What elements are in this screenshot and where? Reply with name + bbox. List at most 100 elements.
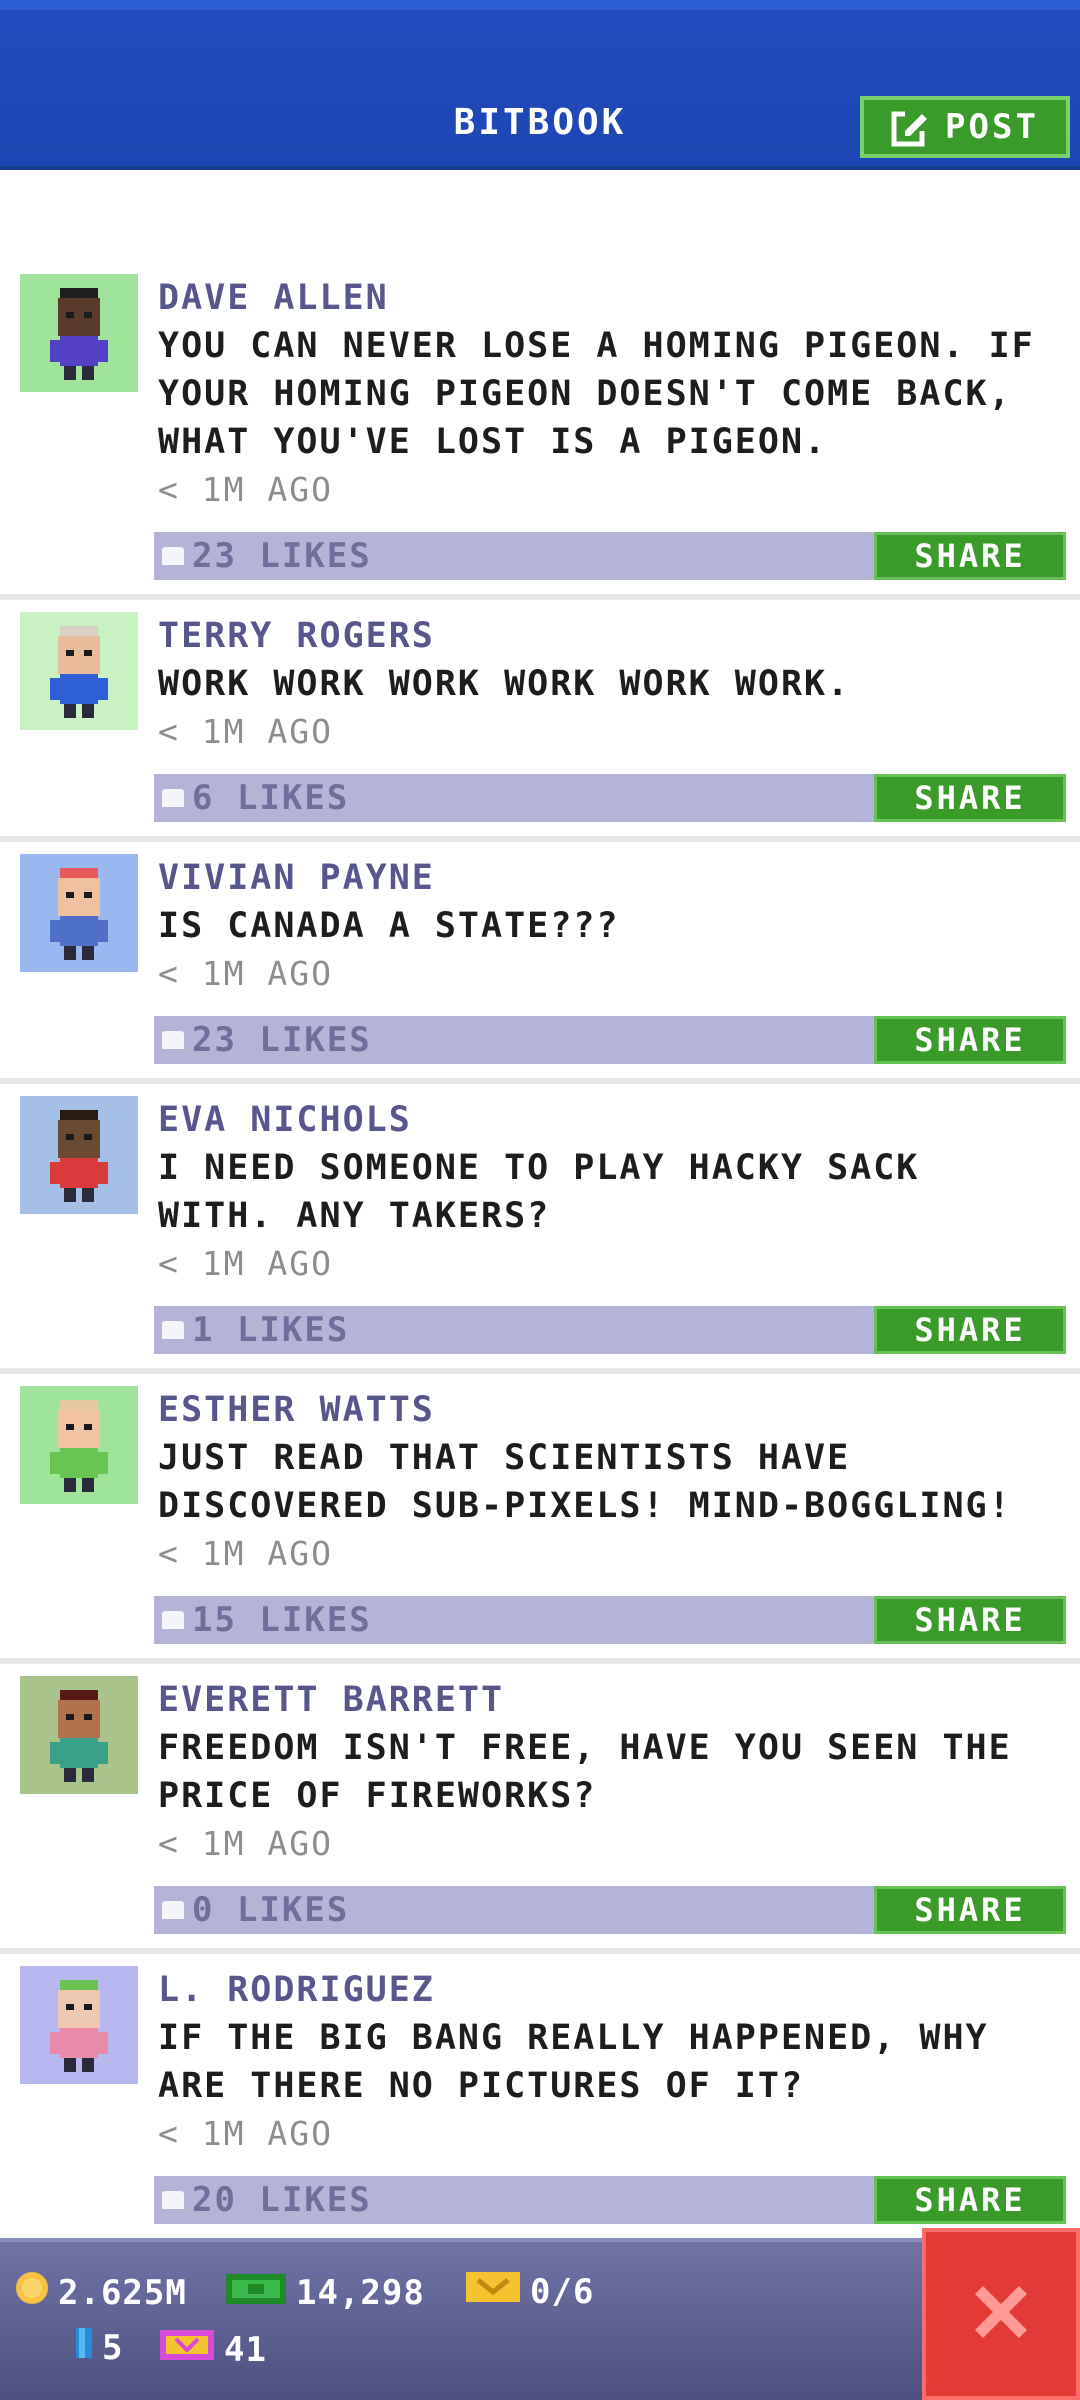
post-author[interactable]: EVA NICHOLS: [158, 1096, 1056, 1144]
likes-count: 6 LIKES: [192, 778, 350, 818]
avatar[interactable]: [20, 1096, 138, 1214]
likes-count: 23 LIKES: [192, 536, 372, 576]
post-timestamp: < 1M AGO: [158, 1244, 333, 1283]
post-author[interactable]: L. RODRIGUEZ: [158, 1966, 1056, 2014]
avatar-portrait-icon: [50, 1980, 108, 2072]
post-author[interactable]: VIVIAN PAYNE: [158, 854, 1056, 902]
post-action-bar: 1 LIKES SHARE: [154, 1306, 1066, 1354]
feed-post: ESTHER WATTS JUST READ THAT SCIENTISTS H…: [0, 1374, 1080, 1664]
feed-list: DAVE ALLEN YOU CAN NEVER LOSE A HOMING P…: [0, 262, 1080, 2244]
post-button-label: POST: [945, 107, 1039, 147]
items-value: 5: [102, 2327, 124, 2368]
share-button[interactable]: SHARE: [874, 1306, 1066, 1354]
post-content: DAVE ALLEN YOU CAN NEVER LOSE A HOMING P…: [154, 274, 1066, 580]
like-icon: [162, 789, 184, 807]
share-button[interactable]: SHARE: [874, 2176, 1066, 2224]
top-bar: BITBOOK POST: [0, 0, 1080, 170]
post-text: WORK WORK WORK WORK WORK WORK.: [158, 664, 851, 704]
status-bar: 2.625M 14,298 0/6 5 41: [0, 2238, 1080, 2400]
share-button[interactable]: SHARE: [874, 1886, 1066, 1934]
post-action-bar: 0 LIKES SHARE: [154, 1886, 1066, 1934]
items-stat: 5: [74, 2326, 123, 2369]
post-content: ESTHER WATTS JUST READ THAT SCIENTISTS H…: [154, 1386, 1066, 1644]
post-action-bar: 23 LIKES SHARE: [154, 1016, 1066, 1064]
avatar[interactable]: [20, 1676, 138, 1794]
like-button[interactable]: 15 LIKES: [162, 1596, 372, 1644]
post-content: VIVIAN PAYNE IS CANADA A STATE??? < 1M A…: [154, 854, 1066, 1064]
post-text: IS CANADA A STATE???: [158, 906, 620, 946]
avatar[interactable]: [20, 612, 138, 730]
close-button[interactable]: [922, 2228, 1080, 2400]
feed-post: L. RODRIGUEZ IF THE BIG BANG REALLY HAPP…: [0, 1954, 1080, 2244]
post-author[interactable]: DAVE ALLEN: [158, 274, 1056, 322]
feed-post: TERRY ROGERS WORK WORK WORK WORK WORK WO…: [0, 600, 1080, 842]
bux-value: 14,298: [296, 2272, 425, 2313]
like-button[interactable]: 23 LIKES: [162, 532, 372, 580]
avatar[interactable]: [20, 854, 138, 972]
post-button[interactable]: POST: [860, 96, 1070, 158]
like-button[interactable]: 23 LIKES: [162, 1016, 372, 1064]
ticket-icon: [464, 2268, 522, 2315]
like-icon: [162, 1321, 184, 1339]
feed-post: DAVE ALLEN YOU CAN NEVER LOSE A HOMING P…: [0, 262, 1080, 600]
item-icon: [74, 2326, 94, 2369]
feed-post: VIVIAN PAYNE IS CANADA A STATE??? < 1M A…: [0, 842, 1080, 1084]
post-author[interactable]: EVERETT BARRETT: [158, 1676, 1056, 1724]
like-icon: [162, 1031, 184, 1049]
feed-post: EVERETT BARRETT FREEDOM ISN'T FREE, HAVE…: [0, 1664, 1080, 1954]
post-timestamp: < 1M AGO: [158, 954, 333, 993]
likes-count: 23 LIKES: [192, 1020, 372, 1060]
post-content: EVA NICHOLS I NEED SOMEONE TO PLAY HACKY…: [154, 1096, 1066, 1354]
avatar-portrait-icon: [50, 1690, 108, 1782]
post-content: EVERETT BARRETT FREEDOM ISN'T FREE, HAVE…: [154, 1676, 1066, 1934]
coins-value: 2.625M: [58, 2272, 187, 2313]
post-text: IF THE BIG BANG REALLY HAPPENED, WHY ARE…: [158, 2018, 989, 2106]
like-icon: [162, 547, 184, 565]
avatar-portrait-icon: [50, 626, 108, 718]
like-button[interactable]: 20 LIKES: [162, 2176, 372, 2224]
post-text: FREEDOM ISN'T FREE, HAVE YOU SEEN THE PR…: [158, 1728, 1012, 1816]
share-button[interactable]: SHARE: [874, 1016, 1066, 1064]
likes-count: 15 LIKES: [192, 1600, 372, 1640]
likes-count: 20 LIKES: [192, 2180, 372, 2220]
like-button[interactable]: 6 LIKES: [162, 774, 349, 822]
like-button[interactable]: 0 LIKES: [162, 1886, 349, 1934]
post-author[interactable]: ESTHER WATTS: [158, 1386, 1056, 1434]
share-button[interactable]: SHARE: [874, 774, 1066, 822]
vip-value: 41: [224, 2329, 267, 2370]
likes-count: 1 LIKES: [192, 1310, 350, 1350]
avatar-portrait-icon: [50, 1400, 108, 1492]
vip-ticket-icon: [158, 2326, 216, 2373]
avatar-portrait-icon: [50, 868, 108, 960]
avatar-portrait-icon: [50, 1110, 108, 1202]
post-timestamp: < 1M AGO: [158, 712, 333, 751]
post-action-bar: 6 LIKES SHARE: [154, 774, 1066, 822]
coin-icon: [14, 2270, 50, 2315]
post-content: TERRY ROGERS WORK WORK WORK WORK WORK WO…: [154, 612, 1066, 822]
like-icon: [162, 2191, 184, 2209]
like-icon: [162, 1901, 184, 1919]
coins-stat: 2.625M: [14, 2270, 187, 2315]
tickets-value: 0/6: [530, 2271, 595, 2312]
post-text: JUST READ THAT SCIENTISTS HAVE DISCOVERE…: [158, 1438, 1012, 1526]
compose-icon: [891, 107, 931, 147]
share-button[interactable]: SHARE: [874, 1596, 1066, 1644]
bux-icon: [224, 2268, 288, 2317]
avatar[interactable]: [20, 274, 138, 392]
like-button[interactable]: 1 LIKES: [162, 1306, 349, 1354]
avatar[interactable]: [20, 1966, 138, 2084]
post-timestamp: < 1M AGO: [158, 470, 333, 509]
avatar-portrait-icon: [50, 288, 108, 380]
avatar[interactable]: [20, 1386, 138, 1504]
post-timestamp: < 1M AGO: [158, 1534, 333, 1573]
likes-count: 0 LIKES: [192, 1890, 350, 1930]
post-timestamp: < 1M AGO: [158, 1824, 333, 1863]
post-action-bar: 15 LIKES SHARE: [154, 1596, 1066, 1644]
post-action-bar: 23 LIKES SHARE: [154, 532, 1066, 580]
close-icon: [965, 2276, 1037, 2352]
share-button[interactable]: SHARE: [874, 532, 1066, 580]
vip-stat: 41: [158, 2326, 267, 2373]
like-icon: [162, 1611, 184, 1629]
post-author[interactable]: TERRY ROGERS: [158, 612, 1056, 660]
tickets-stat: 0/6: [464, 2268, 594, 2315]
